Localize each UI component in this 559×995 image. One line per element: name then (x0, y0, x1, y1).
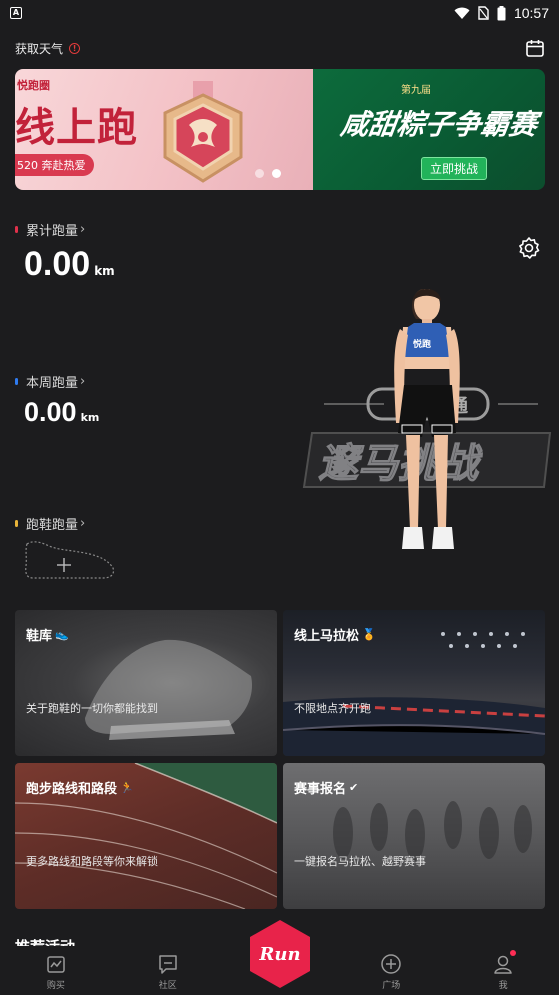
medal-icon (163, 81, 243, 183)
shoe-library-card[interactable]: 鞋库 👟 关于跑鞋的一切你都能找到 (15, 610, 277, 756)
shoe-distance-stat[interactable]: 跑鞋跑量 › (15, 514, 85, 533)
race-signup-card[interactable]: 赛事报名 ✔ 一键报名马拉松、越野赛事 (283, 763, 545, 909)
topbar: 获取天气 ! (15, 38, 545, 58)
tab-community-label: 社区 (158, 981, 177, 991)
tab-community[interactable]: 社区 (112, 946, 224, 995)
banner-tag: 520 奔赴热爱 (15, 154, 94, 176)
run-button[interactable]: Run (248, 918, 312, 990)
tab-shop[interactable]: 购买 (0, 946, 112, 995)
total-distance-label: 累计跑量 (26, 224, 79, 239)
challenge-button[interactable]: 立即挑战 (421, 157, 488, 180)
shoe-distance-label: 跑鞋跑量 (26, 518, 79, 533)
tab-me[interactable]: 我 (447, 946, 559, 995)
notification-dot (510, 950, 517, 956)
banner-edition: 第九届 (401, 85, 431, 96)
shoe-library-title: 鞋库 (26, 629, 53, 644)
alert-icon: ! (69, 42, 81, 54)
banner-slide-online-run[interactable]: 悦跑圈 线上跑 520 奔赴热爱 (15, 69, 313, 190)
race-signup-desc: 一键报名马拉松、越野赛事 (294, 855, 426, 868)
status-time: 10:57 (513, 5, 549, 21)
carousel-dot-active[interactable] (272, 169, 281, 178)
shoe-color-marker (15, 520, 18, 527)
online-marathon-title: 线上马拉松 (294, 629, 360, 644)
total-distance-unit: km (94, 264, 115, 278)
weekly-distance-unit: km (80, 411, 100, 424)
banner-brand: 悦跑圈 (17, 79, 50, 92)
tab-plaza-label: 广场 (382, 981, 401, 991)
weekly-distance-value: 0.00 (24, 397, 77, 427)
carousel-indicator (255, 169, 281, 178)
race-signup-title: 赛事报名 (294, 782, 347, 797)
banner-contest-title: 咸甜粽子争霸赛 (338, 108, 540, 141)
weather-button[interactable]: 获取天气 (15, 40, 63, 57)
chat-icon (158, 955, 177, 974)
weekly-distance-stat[interactable]: 本周跑量 › 0.00 km (15, 372, 99, 428)
running-routes-title: 跑步路线和路段 (26, 782, 118, 797)
banner-carousel[interactable]: 悦跑圈 线上跑 520 奔赴热爱 第九届 咸甜粽子争霸赛 立即挑战 (15, 69, 545, 190)
wifi-icon (454, 7, 470, 19)
shop-icon (47, 956, 65, 973)
no-sim-icon (478, 6, 489, 20)
checkmark-icon: ✔ (349, 781, 359, 794)
shoe-library-desc: 关于跑鞋的一切你都能找到 (26, 702, 158, 715)
settings-icon[interactable] (517, 236, 541, 260)
medal-emoji-icon: 🏅 (362, 628, 376, 641)
status-bar: A 10:57 (0, 0, 559, 26)
running-shoe-icon: 👟 (55, 628, 69, 641)
tab-me-label: 我 (498, 981, 508, 991)
runner-avatar[interactable]: 通 邃马挑战 悦跑 (300, 265, 559, 565)
running-routes-desc: 更多路线和路段等你来解锁 (26, 855, 158, 868)
notification-icon: A (10, 7, 22, 19)
total-color-marker (15, 226, 18, 233)
carousel-dot[interactable] (255, 169, 264, 178)
calendar-icon[interactable] (525, 38, 545, 58)
svg-text:邃马挑战: 邃马挑战 (318, 441, 483, 487)
person-icon (494, 955, 512, 974)
runner-emoji-icon: 🏃 (120, 781, 134, 794)
chevron-right-icon: › (80, 374, 86, 389)
banner-title: 线上跑 (15, 104, 138, 151)
online-marathon-desc: 不限地点齐开跑 (294, 702, 371, 715)
total-distance-value: 0.00 (24, 245, 91, 283)
tab-plaza[interactable]: 广场 (335, 946, 447, 995)
plus-circle-icon (381, 954, 402, 974)
tab-shop-label: 购买 (46, 981, 65, 991)
chevron-right-icon: › (80, 222, 86, 237)
running-routes-card[interactable]: 跑步路线和路段 🏃 更多路线和路段等你来解锁 (15, 763, 277, 909)
run-button-label: Run (259, 943, 301, 965)
add-shoe-button[interactable] (23, 536, 117, 582)
weekly-color-marker (15, 378, 18, 385)
online-marathon-card[interactable]: 线上马拉松 🏅 不限地点齐开跑 (283, 610, 545, 756)
total-distance-stat[interactable]: 累计跑量 › 0.00 km (15, 220, 115, 284)
battery-icon (497, 5, 506, 20)
chevron-right-icon: › (80, 516, 86, 531)
banner-slide-zongzi-contest[interactable]: 第九届 咸甜粽子争霸赛 立即挑战 (313, 69, 545, 190)
weekly-distance-label: 本周跑量 (26, 376, 79, 391)
svg-text:悦跑: 悦跑 (413, 338, 431, 350)
